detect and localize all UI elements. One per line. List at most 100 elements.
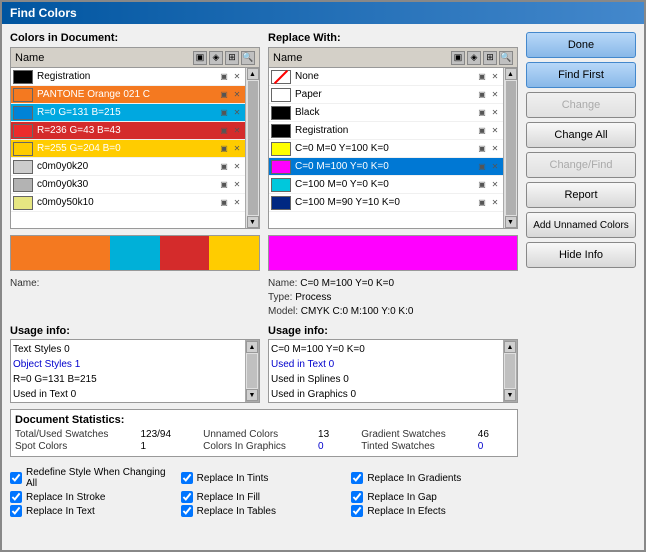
- checkbox-item-7[interactable]: Replace In Tables: [181, 505, 348, 517]
- find-first-button[interactable]: Find First: [526, 62, 636, 88]
- right-header-search[interactable]: 🔍: [499, 51, 513, 65]
- right-usage-list[interactable]: C=0 M=100 Y=0 K=0Used in Text 0Used in S…: [269, 340, 503, 402]
- item-icon-b-0: ✕: [231, 71, 243, 83]
- add-unnamed-button[interactable]: Add Unnamed Colors: [526, 212, 636, 238]
- left-list-item-7[interactable]: c0m0y50k10 ▣ ✕: [11, 194, 245, 212]
- checkbox-input-8[interactable]: [351, 505, 363, 517]
- change-all-button[interactable]: Change All: [526, 122, 636, 148]
- change-button[interactable]: Change: [526, 92, 636, 118]
- right-list-item-3[interactable]: Registration ▣ ✕: [269, 122, 503, 140]
- left-scrollbar[interactable]: ▲ ▼: [245, 68, 259, 228]
- right-usage-scrollbar[interactable]: ▲ ▼: [503, 340, 517, 402]
- item-icons-7: ▣ ✕: [218, 197, 243, 209]
- left-list-item-3[interactable]: R=236 G=43 B=43 ▣ ✕: [11, 122, 245, 140]
- right-list-item-2[interactable]: Black ▣ ✕: [269, 104, 503, 122]
- left-scroll-thumb[interactable]: [248, 81, 258, 215]
- left-list-item-5[interactable]: c0m0y0k20 ▣ ✕: [11, 158, 245, 176]
- left-list-item-2[interactable]: R=0 G=131 B=215 ▣ ✕: [11, 104, 245, 122]
- right-info-label-1: Type:: [268, 292, 292, 303]
- checkbox-input-6[interactable]: [10, 505, 22, 517]
- item-label-7: c0m0y50k10: [37, 197, 218, 208]
- checkbox-item-2[interactable]: Replace In Gradients: [351, 467, 518, 489]
- checkbox-item-4[interactable]: Replace In Fill: [181, 491, 348, 503]
- right-info-line-0: Name: C=0 M=100 Y=0 K=0: [268, 277, 518, 291]
- right-scroll-down[interactable]: ▼: [505, 216, 517, 228]
- checkbox-item-0[interactable]: Redefine Style When Changing All: [10, 467, 177, 489]
- main-area: Colors in Document: Name ▣ ◈ ⊞ 🔍 Registr…: [10, 32, 518, 542]
- right-list-item-1[interactable]: Paper ▣ ✕: [269, 86, 503, 104]
- checkbox-input-2[interactable]: [351, 472, 363, 484]
- right-item-label-6: C=100 M=0 Y=0 K=0: [295, 179, 476, 190]
- right-info-line-1: Type: Process: [268, 291, 518, 305]
- left-header-icon2[interactable]: ◈: [209, 51, 223, 65]
- left-list-item-1[interactable]: PANTONE Orange 021 C ▣ ✕: [11, 86, 245, 104]
- left-usage-scroll-down[interactable]: ▼: [246, 389, 258, 401]
- checkbox-item-3[interactable]: Replace In Stroke: [10, 491, 177, 503]
- swatch-5: [13, 160, 33, 174]
- checkbox-input-5[interactable]: [351, 491, 363, 503]
- right-list-item-7[interactable]: C=100 M=90 Y=10 K=0 ▣ ✕: [269, 194, 503, 212]
- left-scroll-down[interactable]: ▼: [247, 216, 259, 228]
- checkbox-input-7[interactable]: [181, 505, 193, 517]
- right-list-item-5[interactable]: C=0 M=100 Y=0 K=0 ▣ ✕: [269, 158, 503, 176]
- right-scroll-thumb[interactable]: [506, 81, 516, 215]
- stats-label-0-2: Gradient Swatches: [361, 429, 470, 440]
- replace-with-panel: Replace With: Name ▣ ◈ ⊞ 🔍 None ▣ ✕ Pape…: [268, 32, 518, 229]
- left-usage-scroll-up[interactable]: ▲: [246, 341, 258, 353]
- checkbox-label-6: Replace In Text: [26, 506, 95, 517]
- right-usage-scroll-down[interactable]: ▼: [504, 389, 516, 401]
- left-usage-scrollbar[interactable]: ▲ ▼: [245, 340, 259, 402]
- right-icon-a-3: ▣: [476, 125, 488, 137]
- checkbox-input-1[interactable]: [181, 472, 193, 484]
- left-scroll-up[interactable]: ▲: [247, 68, 259, 80]
- right-usage-scroll-up[interactable]: ▲: [504, 341, 516, 353]
- left-info-panel: Name:: [10, 277, 260, 319]
- left-usage-list[interactable]: Text Styles 0Object Styles 1R=0 G=131 B=…: [11, 340, 245, 402]
- right-info-value-0: C=0 M=100 Y=0 K=0: [300, 278, 394, 289]
- checkbox-item-5[interactable]: Replace In Gap: [351, 491, 518, 503]
- right-header-icon1[interactable]: ▣: [451, 51, 465, 65]
- item-label-5: c0m0y0k20: [37, 161, 218, 172]
- done-button[interactable]: Done: [526, 32, 636, 58]
- none-line: [274, 69, 288, 83]
- right-buttons: Done Find First Change Change All Change…: [526, 32, 636, 542]
- right-icon-b-6: ✕: [489, 179, 501, 191]
- swatch-r-2: [271, 106, 291, 120]
- left-list-box[interactable]: Registration ▣ ✕ PANTONE Orange 021 C ▣ …: [11, 68, 245, 228]
- left-header-icon3[interactable]: ⊞: [225, 51, 239, 65]
- left-header-icon1[interactable]: ▣: [193, 51, 207, 65]
- right-list-item-6[interactable]: C=100 M=0 Y=0 K=0 ▣ ✕: [269, 176, 503, 194]
- stats-title: Document Statistics:: [15, 414, 513, 426]
- right-icon-b-0: ✕: [489, 71, 501, 83]
- left-usage-box: Usage info: Text Styles 0Object Styles 1…: [10, 325, 260, 403]
- right-list-box[interactable]: None ▣ ✕ Paper ▣ ✕ Black ▣ ✕ Registratio…: [269, 68, 503, 228]
- info-section: Name: Name: C=0 M=100 Y=0 K=0Type: Proce…: [10, 277, 518, 319]
- left-header-search[interactable]: 🔍: [241, 51, 255, 65]
- checkbox-item-1[interactable]: Replace In Tints: [181, 467, 348, 489]
- item-icon-a-5: ▣: [218, 161, 230, 173]
- item-icon-b-7: ✕: [231, 197, 243, 209]
- checkbox-item-6[interactable]: Replace In Text: [10, 505, 177, 517]
- checkbox-input-3[interactable]: [10, 491, 22, 503]
- change-find-button[interactable]: Change/Find: [526, 152, 636, 178]
- left-list-item-6[interactable]: c0m0y0k30 ▣ ✕: [11, 176, 245, 194]
- right-header-icon3[interactable]: ⊞: [483, 51, 497, 65]
- right-scrollbar[interactable]: ▲ ▼: [503, 68, 517, 228]
- checkbox-item-8[interactable]: Replace In Efects: [351, 505, 518, 517]
- left-list-item-4[interactable]: R=255 G=204 B=0 ▣ ✕: [11, 140, 245, 158]
- right-scroll-up[interactable]: ▲: [505, 68, 517, 80]
- left-list-item-0[interactable]: Registration ▣ ✕: [11, 68, 245, 86]
- hide-info-button[interactable]: Hide Info: [526, 242, 636, 268]
- checkbox-input-4[interactable]: [181, 491, 193, 503]
- stats-value-1-1: 0: [318, 441, 353, 452]
- item-icon-a-6: ▣: [218, 179, 230, 191]
- item-label-0: Registration: [37, 71, 218, 82]
- checkbox-input-0[interactable]: [10, 472, 22, 484]
- right-header-icon2[interactable]: ◈: [467, 51, 481, 65]
- report-button[interactable]: Report: [526, 182, 636, 208]
- right-list-item-4[interactable]: C=0 M=0 Y=100 K=0 ▣ ✕: [269, 140, 503, 158]
- swatch-2: [13, 106, 33, 120]
- stats-value-1-0: 1: [140, 441, 195, 452]
- right-list-item-0[interactable]: None ▣ ✕: [269, 68, 503, 86]
- checkbox-label-5: Replace In Gap: [367, 492, 437, 503]
